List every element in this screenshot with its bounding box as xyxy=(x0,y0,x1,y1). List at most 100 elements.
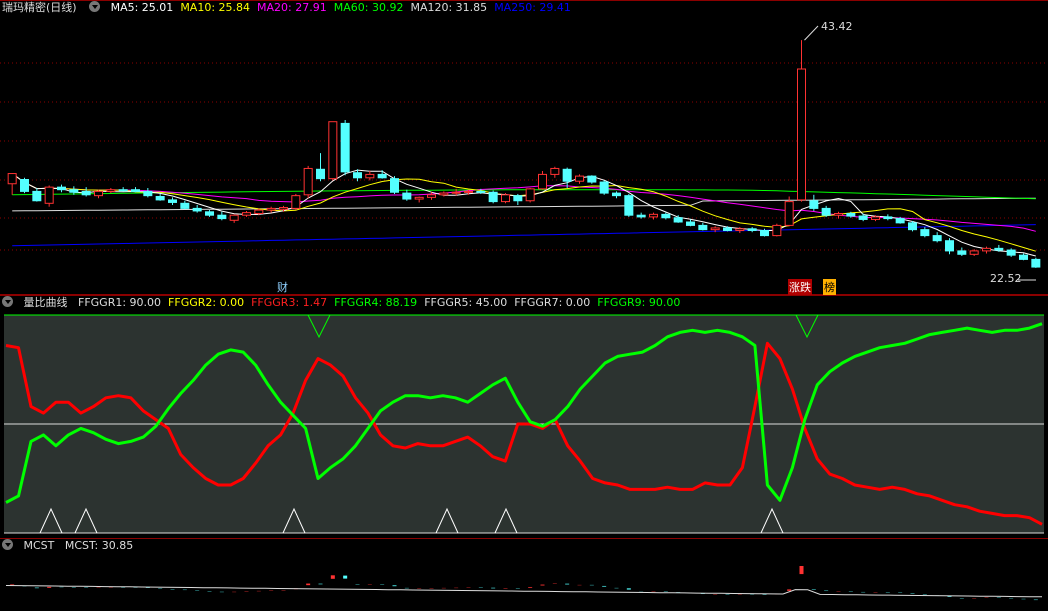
candle-body xyxy=(969,250,979,255)
candle-body xyxy=(895,218,905,224)
candle-body xyxy=(19,179,30,192)
candle-body xyxy=(920,229,930,237)
mini-candle xyxy=(47,586,52,588)
candle-body xyxy=(426,194,437,198)
candle-body xyxy=(932,235,942,242)
candle-body xyxy=(44,186,54,204)
candle-body xyxy=(69,189,79,193)
candle-body xyxy=(648,213,659,218)
candle-body xyxy=(463,190,474,193)
mcst-header: MCST MCST: 30.85 xyxy=(0,538,140,554)
candle-body xyxy=(846,213,856,217)
candle-body xyxy=(56,186,67,191)
mcst-title: MCST xyxy=(23,539,55,552)
candle-body xyxy=(735,228,745,232)
candle-body xyxy=(254,209,264,215)
candle-body xyxy=(192,207,202,212)
main-chart-panel: 瑞玛精密(日线) MA5: 25.01 MA10: 25.84 MA20: 27.9… xyxy=(0,0,1048,295)
candle-body xyxy=(118,189,128,192)
candle-body xyxy=(143,190,153,197)
legend-item: FFGGR3: 1.47 xyxy=(251,296,328,309)
candle-body xyxy=(661,213,671,219)
candle-body xyxy=(685,221,696,226)
candle-body xyxy=(204,211,215,216)
candle-body xyxy=(229,214,239,221)
candle-body xyxy=(365,173,375,179)
candle-body xyxy=(599,181,609,194)
candle-body xyxy=(562,168,572,182)
mini-candle xyxy=(540,584,545,586)
candle-body xyxy=(340,122,350,173)
candle-body xyxy=(944,240,955,252)
chevron-down-icon[interactable] xyxy=(2,539,13,550)
legend-item: MA20: 27.91 xyxy=(257,1,327,14)
candle-body xyxy=(291,195,301,209)
mini-candle xyxy=(343,575,348,579)
chevron-down-icon[interactable] xyxy=(2,296,13,307)
candle-body xyxy=(636,214,646,218)
mini-candle xyxy=(318,583,323,585)
candle-body xyxy=(611,192,622,197)
candle-body xyxy=(624,195,634,216)
candle-body xyxy=(870,216,881,220)
mcst-value: MCST: 30.85 xyxy=(64,539,134,552)
candle-body xyxy=(1006,249,1016,256)
candle-body xyxy=(155,196,165,201)
stock-title: 瑞玛精密(日线) xyxy=(2,1,77,14)
mini-candle xyxy=(528,587,533,588)
candle-body xyxy=(809,200,819,209)
candle-body xyxy=(821,207,831,216)
legend-item: FFGGR5: 45.00 xyxy=(424,296,508,309)
candle-body xyxy=(414,196,424,200)
indicator-header: 量比曲线 FFGGR1: 90.00 FFGGR2: 0.00 FFGGR3: 1.… xyxy=(0,295,694,311)
high-price-label: 43.42 xyxy=(821,20,853,33)
mini-candle xyxy=(602,585,607,587)
candle-body xyxy=(710,227,720,231)
legend-item: FFGGR7: 0.00 xyxy=(514,296,591,309)
legend-item: MA10: 25.84 xyxy=(180,1,251,14)
candle-body xyxy=(587,175,597,183)
candle-body xyxy=(32,190,42,202)
mini-candle xyxy=(787,589,792,591)
legend-item: FFGGR2: 0.00 xyxy=(168,296,245,309)
candle-body xyxy=(278,207,289,210)
candle-body xyxy=(180,202,190,209)
candle-body xyxy=(106,189,116,192)
mini-candle xyxy=(491,587,496,589)
low-price-label: 22.52 xyxy=(990,272,1022,285)
candle-body xyxy=(389,178,400,193)
ma5-line xyxy=(11,169,1036,257)
indicator-title: 量比曲线 xyxy=(23,296,68,309)
event-tag-cai[interactable]: 财 xyxy=(277,279,288,295)
candle-body xyxy=(747,228,757,232)
candle-body xyxy=(550,167,560,175)
candle-body xyxy=(833,213,844,216)
candle-body xyxy=(722,227,733,231)
indicator-legend: FFGGR1: 90.00 FFGGR2: 0.00 FFGGR3: 1.47 FFG… xyxy=(78,296,687,309)
mini-candle xyxy=(10,584,15,586)
event-tag-zhangdie[interactable]: 涨跌 xyxy=(788,279,812,295)
mini-candle xyxy=(330,575,335,579)
candle-body xyxy=(130,189,141,192)
candle-body xyxy=(167,199,178,203)
chevron-down-icon[interactable] xyxy=(89,1,101,12)
candle-body xyxy=(907,222,918,231)
candle-body xyxy=(796,68,807,201)
indicator-chart-svg xyxy=(0,295,1048,534)
event-tag-bang[interactable]: 榜 xyxy=(823,279,836,295)
candle-body xyxy=(402,192,412,200)
candle-body xyxy=(574,175,585,182)
ma250-line xyxy=(12,224,1036,247)
mini-candle xyxy=(34,587,39,589)
mini-candle xyxy=(565,583,570,585)
mini-candle xyxy=(392,585,397,587)
candle-body xyxy=(328,121,338,180)
legend-item: MA5: 25.01 xyxy=(110,1,174,14)
candle-body xyxy=(266,207,276,211)
legend-item: FFGGR9: 90.00 xyxy=(597,296,681,309)
mcst-chart-svg xyxy=(0,538,1048,601)
indicator-panel: 量比曲线 FFGGR1: 90.00 FFGGR2: 0.00 FFGGR3: 1.… xyxy=(0,295,1048,538)
candle-body xyxy=(7,173,17,185)
candle-body xyxy=(957,250,967,255)
ma20-line xyxy=(11,173,1036,232)
